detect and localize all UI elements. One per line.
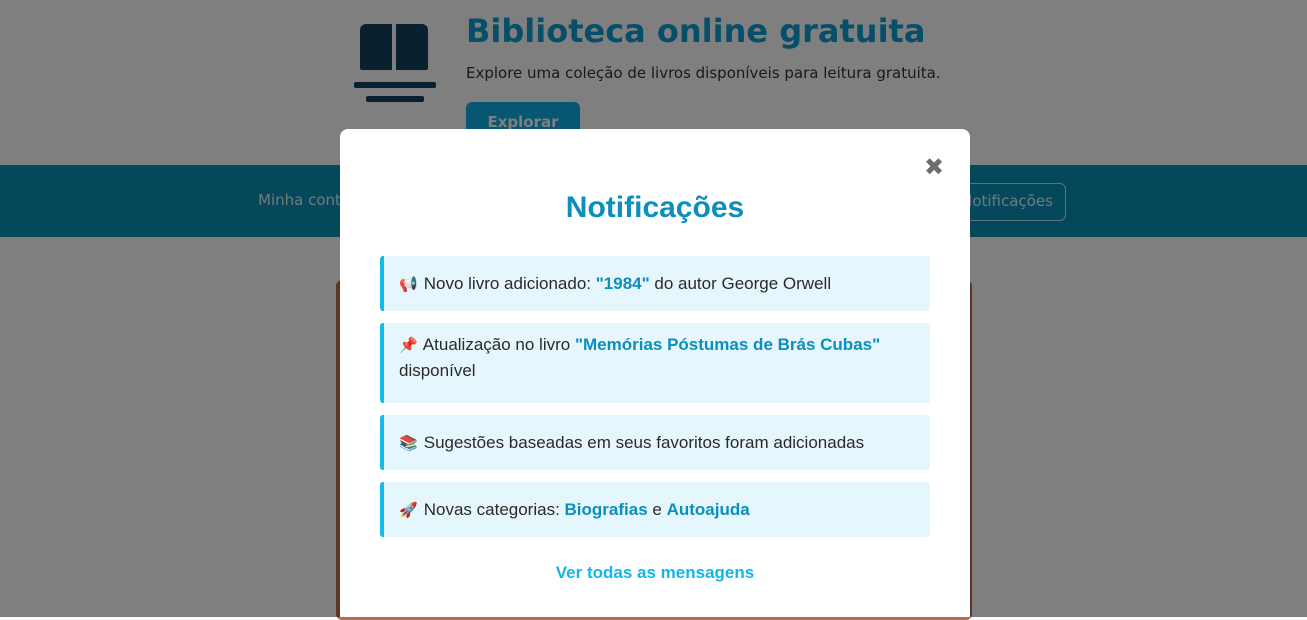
see-all-messages-link[interactable]: Ver todas as mensagens xyxy=(340,563,970,583)
modal-title: Notificações xyxy=(565,191,745,224)
rocket-icon: 🚀 xyxy=(399,502,418,519)
pushpin-icon: 📌 xyxy=(399,337,418,354)
notification-text: Atualização no livro xyxy=(422,335,575,354)
notifications-modal: ✖ Notificações 📢 Novo livro adicionado: … xyxy=(340,129,970,617)
book-title-link[interactable]: "1984" xyxy=(596,274,650,293)
notification-text: Novo livro adicionado: xyxy=(423,274,596,293)
notification-text: e xyxy=(647,500,667,519)
notification-item[interactable]: 📌 Atualização no livro "Memórias Póstuma… xyxy=(380,323,930,403)
megaphone-icon: 📢 xyxy=(399,276,418,293)
notification-text: Sugestões baseadas em seus favoritos for… xyxy=(423,433,865,452)
book-title-link[interactable]: "Memórias Póstumas de Brás Cubas" xyxy=(575,335,880,354)
notification-text: do autor George Orwell xyxy=(649,274,832,293)
notification-item[interactable]: 🚀 Novas categorias: Biografias e Autoaju… xyxy=(380,482,930,537)
category-link-autoajuda[interactable]: Autoajuda xyxy=(667,500,750,519)
notification-text: disponível xyxy=(399,361,476,380)
close-icon[interactable]: ✖ xyxy=(922,155,946,179)
notification-item[interactable]: 📚 Sugestões baseadas em seus favoritos f… xyxy=(380,415,930,470)
books-icon: 📚 xyxy=(399,435,418,452)
category-link-biografias[interactable]: Biografias xyxy=(565,500,648,519)
notification-text: Novas categorias: xyxy=(423,500,565,519)
notification-item[interactable]: 📢 Novo livro adicionado: "1984" do autor… xyxy=(380,256,930,311)
